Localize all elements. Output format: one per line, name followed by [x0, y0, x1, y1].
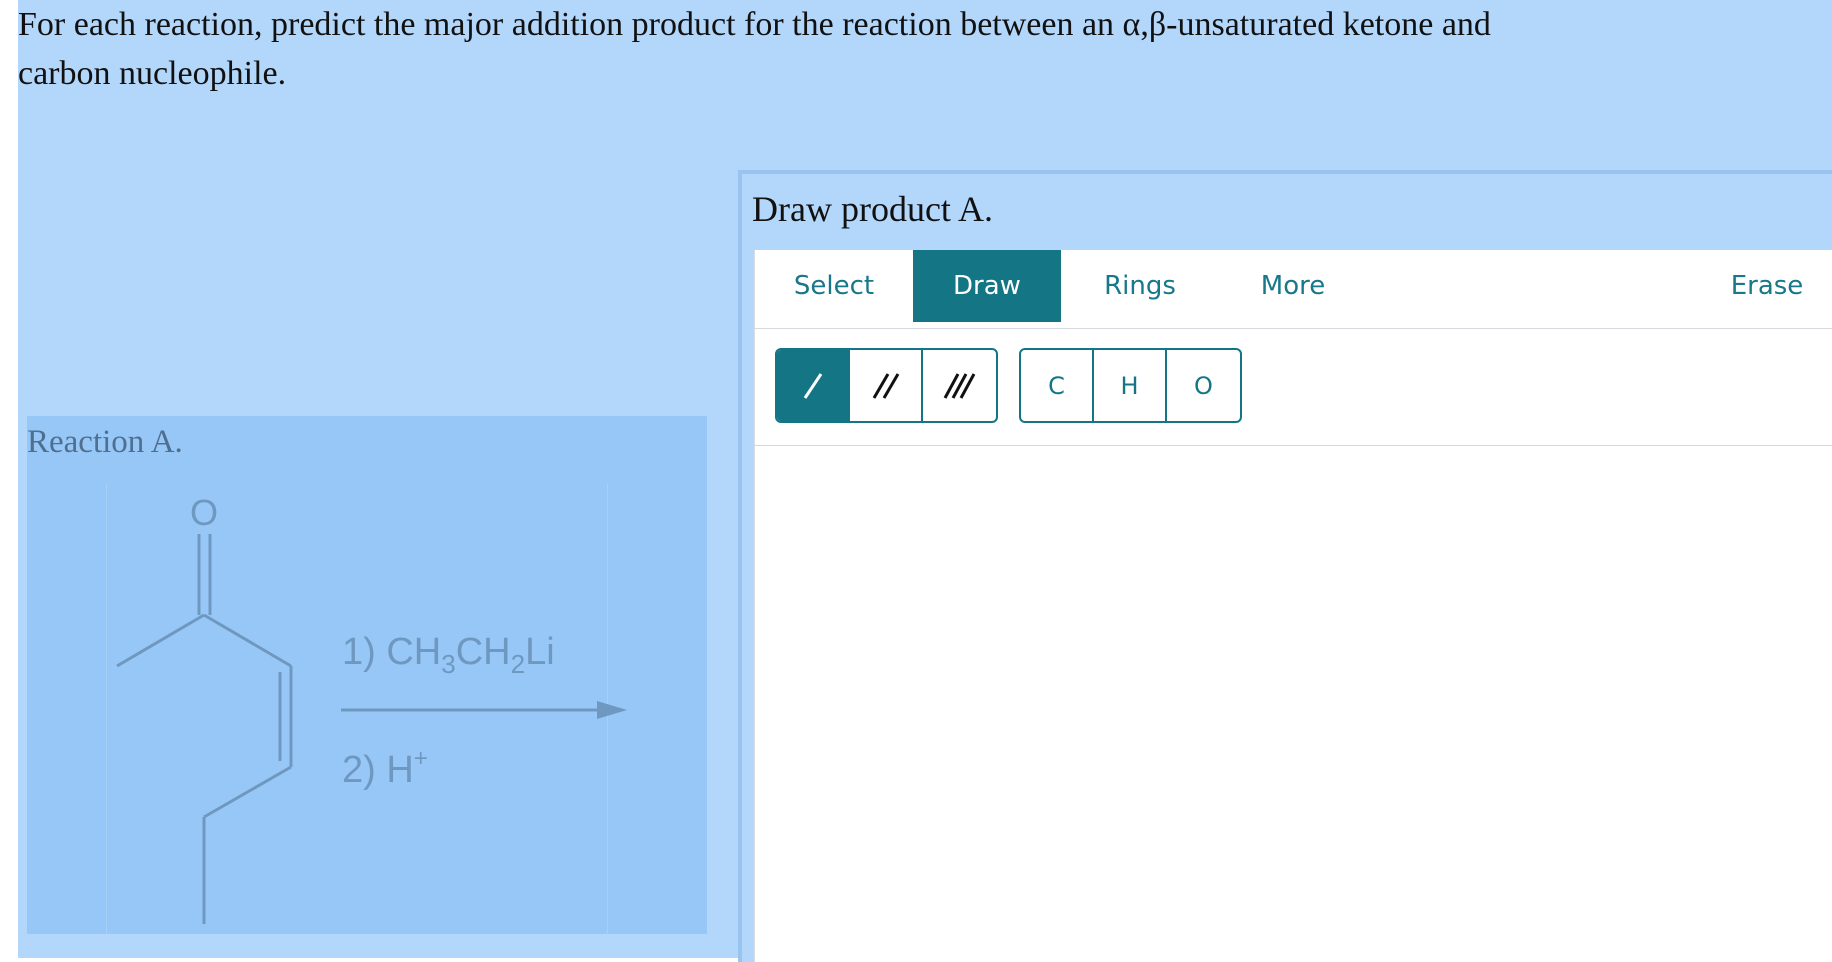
beta-bond	[203, 765, 292, 819]
reaction-arrow-head	[597, 701, 627, 719]
question-text: For each reaction, predict the major add…	[18, 0, 1718, 98]
drawing-canvas[interactable]	[755, 446, 1832, 962]
carbon-atom-button[interactable]: C	[1021, 350, 1094, 421]
editor-tabs: Select Draw Rings More Erase	[755, 250, 1832, 329]
reaction-panel: Reaction A. O 1) CH3CH2Li 2) H+	[27, 416, 707, 934]
reagent-2: 2) H+	[342, 745, 428, 791]
tab-rings[interactable]: Rings	[1061, 250, 1219, 322]
draw-product-container: Draw product A. Select Draw Rings More E…	[738, 170, 1832, 962]
double-bond-icon	[872, 372, 899, 399]
hydrogen-atom-button[interactable]: H	[1094, 350, 1167, 421]
single-bond-button[interactable]	[777, 350, 850, 421]
bond-tool-group	[775, 348, 998, 423]
reaction-scheme: O 1) CH3CH2Li 2) H+	[116, 492, 627, 924]
structure-editor: Select Draw Rings More Erase C H O	[754, 250, 1832, 962]
tab-draw[interactable]: Draw	[913, 250, 1061, 322]
tab-select[interactable]: Select	[755, 250, 913, 322]
reagent-1: 1) CH3CH2Li	[342, 631, 555, 679]
double-bond-button[interactable]	[850, 350, 923, 421]
question-line-1: For each reaction, predict the major add…	[18, 6, 1491, 43]
triple-bond-icon	[943, 372, 975, 399]
tab-erase[interactable]: Erase	[1697, 250, 1832, 322]
triple-bond-button[interactable]	[923, 350, 996, 421]
oxygen-atom-button[interactable]: O	[1167, 350, 1240, 421]
alpha-bond	[203, 613, 292, 668]
single-bond-icon	[803, 372, 822, 399]
atom-tool-group: C H O	[1019, 348, 1242, 423]
question-line-2: carbon nucleophile.	[18, 55, 287, 92]
tab-more[interactable]: More	[1219, 250, 1367, 322]
draw-product-title: Draw product A.	[752, 189, 993, 229]
oxygen-atom-label: O	[190, 492, 218, 533]
methyl-bond	[116, 613, 205, 668]
